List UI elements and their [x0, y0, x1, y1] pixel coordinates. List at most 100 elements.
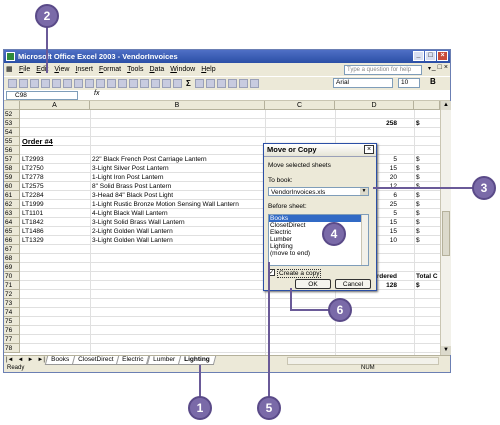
- cell-e-70[interactable]: Total C: [416, 272, 440, 281]
- cell-a-63[interactable]: LT1101: [22, 209, 90, 218]
- cell-a-57[interactable]: LT2993: [22, 155, 90, 164]
- cell-b-77[interactable]: [92, 335, 264, 344]
- cell-e-73[interactable]: [416, 299, 440, 308]
- select-all-corner[interactable]: [4, 101, 20, 110]
- vertical-scrollbar[interactable]: ▲ ▼: [440, 101, 451, 355]
- menu-tools[interactable]: Tools: [124, 66, 146, 73]
- row-header[interactable]: 70: [4, 272, 20, 281]
- spelling-icon[interactable]: [85, 79, 94, 88]
- menu-window[interactable]: Window: [167, 66, 198, 73]
- cell-a-60[interactable]: LT2575: [22, 182, 90, 191]
- row-header[interactable]: 59: [4, 173, 20, 182]
- cell-e-56[interactable]: [416, 146, 440, 155]
- cell-a-67[interactable]: [22, 245, 90, 254]
- copy-icon[interactable]: [118, 79, 127, 88]
- new-icon[interactable]: [8, 79, 17, 88]
- cancel-button[interactable]: Cancel: [335, 279, 371, 289]
- permission-icon[interactable]: [41, 79, 50, 88]
- menu-data[interactable]: Data: [146, 66, 167, 73]
- row-header[interactable]: 73: [4, 299, 20, 308]
- cell-b-60[interactable]: 8" Solid Brass Post Lantern: [92, 182, 264, 191]
- list-item[interactable]: Books: [269, 215, 368, 222]
- cell-e-78[interactable]: [416, 344, 440, 353]
- cell-a-73[interactable]: [22, 299, 90, 308]
- cell-e-68[interactable]: [416, 254, 440, 263]
- menu-insert[interactable]: Insert: [72, 66, 96, 73]
- column-header-c[interactable]: C: [265, 101, 335, 110]
- cell-a-59[interactable]: LT2778: [22, 173, 90, 182]
- cut-icon[interactable]: [107, 79, 116, 88]
- drawing-icon[interactable]: [227, 79, 237, 88]
- cell-a-71[interactable]: [22, 281, 90, 290]
- create-copy-label[interactable]: Create a copy: [277, 269, 322, 278]
- cell-b-58[interactable]: 3-Light Silver Post Lantern: [92, 164, 264, 173]
- undo-icon[interactable]: [151, 79, 160, 88]
- row-header[interactable]: 58: [4, 164, 20, 173]
- help-search-input[interactable]: Type a question for help: [344, 65, 431, 75]
- sort-descending-icon[interactable]: [205, 79, 215, 88]
- row-header[interactable]: 72: [4, 290, 20, 299]
- print-icon[interactable]: [63, 79, 72, 88]
- cell-a-74[interactable]: [22, 308, 90, 317]
- format-painter-icon[interactable]: [140, 79, 149, 88]
- menu-view[interactable]: View: [51, 66, 72, 73]
- document-icon[interactable]: ▦: [6, 65, 16, 73]
- cell-b-70[interactable]: [92, 272, 264, 281]
- cell-a-68[interactable]: [22, 254, 90, 263]
- cell-b-65[interactable]: 2-Light Golden Wall Lantern: [92, 227, 264, 236]
- row-header[interactable]: 54: [4, 128, 20, 137]
- cell-a-64[interactable]: LT1842: [22, 218, 90, 227]
- cell-a-69[interactable]: [22, 263, 90, 272]
- cell-a-66[interactable]: LT1329: [22, 236, 90, 245]
- cell-a-52[interactable]: [22, 110, 90, 119]
- cell-b-68[interactable]: [92, 254, 264, 263]
- workbook-close-button[interactable]: ×: [444, 64, 448, 71]
- email-icon[interactable]: [52, 79, 61, 88]
- ok-button[interactable]: OK: [295, 279, 331, 289]
- row-header[interactable]: 65: [4, 227, 20, 236]
- row-header[interactable]: 67: [4, 245, 20, 254]
- row-header[interactable]: 69: [4, 263, 20, 272]
- open-icon[interactable]: [19, 79, 28, 88]
- cell-e-64[interactable]: $: [416, 218, 440, 227]
- chart-wizard-icon[interactable]: [216, 79, 226, 88]
- menu-file[interactable]: File: [16, 66, 33, 73]
- cell-b-52[interactable]: [92, 110, 264, 119]
- cell-d-76[interactable]: [337, 326, 397, 335]
- cell-a-55[interactable]: Order #4: [22, 137, 90, 146]
- row-header[interactable]: 57: [4, 155, 20, 164]
- menu-edit[interactable]: Edit: [33, 66, 51, 73]
- row-header[interactable]: 52: [4, 110, 20, 119]
- cell-e-63[interactable]: $: [416, 209, 440, 218]
- row-header[interactable]: 78: [4, 344, 20, 353]
- row-header[interactable]: 62: [4, 200, 20, 209]
- minimize-button[interactable]: _: [413, 51, 424, 61]
- cell-e-66[interactable]: $: [416, 236, 440, 245]
- cell-b-75[interactable]: [92, 317, 264, 326]
- cell-b-59[interactable]: 1-Light Iron Post Lantern: [92, 173, 264, 182]
- list-item[interactable]: ClosetDirect: [269, 222, 368, 229]
- cell-b-73[interactable]: [92, 299, 264, 308]
- zoom-icon[interactable]: [238, 79, 248, 88]
- cell-b-67[interactable]: [92, 245, 264, 254]
- cell-e-74[interactable]: [416, 308, 440, 317]
- function-icon[interactable]: fx: [94, 90, 99, 97]
- autosum-button[interactable]: Σ: [184, 79, 193, 88]
- cell-b-74[interactable]: [92, 308, 264, 317]
- cell-b-56[interactable]: [92, 146, 264, 155]
- row-header[interactable]: 60: [4, 182, 20, 191]
- before-sheet-list[interactable]: Books ClosetDirect Electric Lumber Light…: [268, 214, 369, 266]
- row-header[interactable]: 64: [4, 218, 20, 227]
- scroll-up-icon[interactable]: ▲: [441, 101, 451, 110]
- column-header-d[interactable]: D: [335, 101, 414, 110]
- sort-ascending-icon[interactable]: [194, 79, 204, 88]
- row-header[interactable]: 76: [4, 326, 20, 335]
- workbook-minimize-button[interactable]: _: [432, 64, 436, 71]
- cell-b-78[interactable]: [92, 344, 264, 353]
- cell-b-72[interactable]: [92, 290, 264, 299]
- font-size-select[interactable]: 10: [398, 78, 420, 88]
- scroll-thumb[interactable]: [442, 211, 450, 256]
- row-header[interactable]: 63: [4, 209, 20, 218]
- cell-a-75[interactable]: [22, 317, 90, 326]
- research-icon[interactable]: [96, 79, 105, 88]
